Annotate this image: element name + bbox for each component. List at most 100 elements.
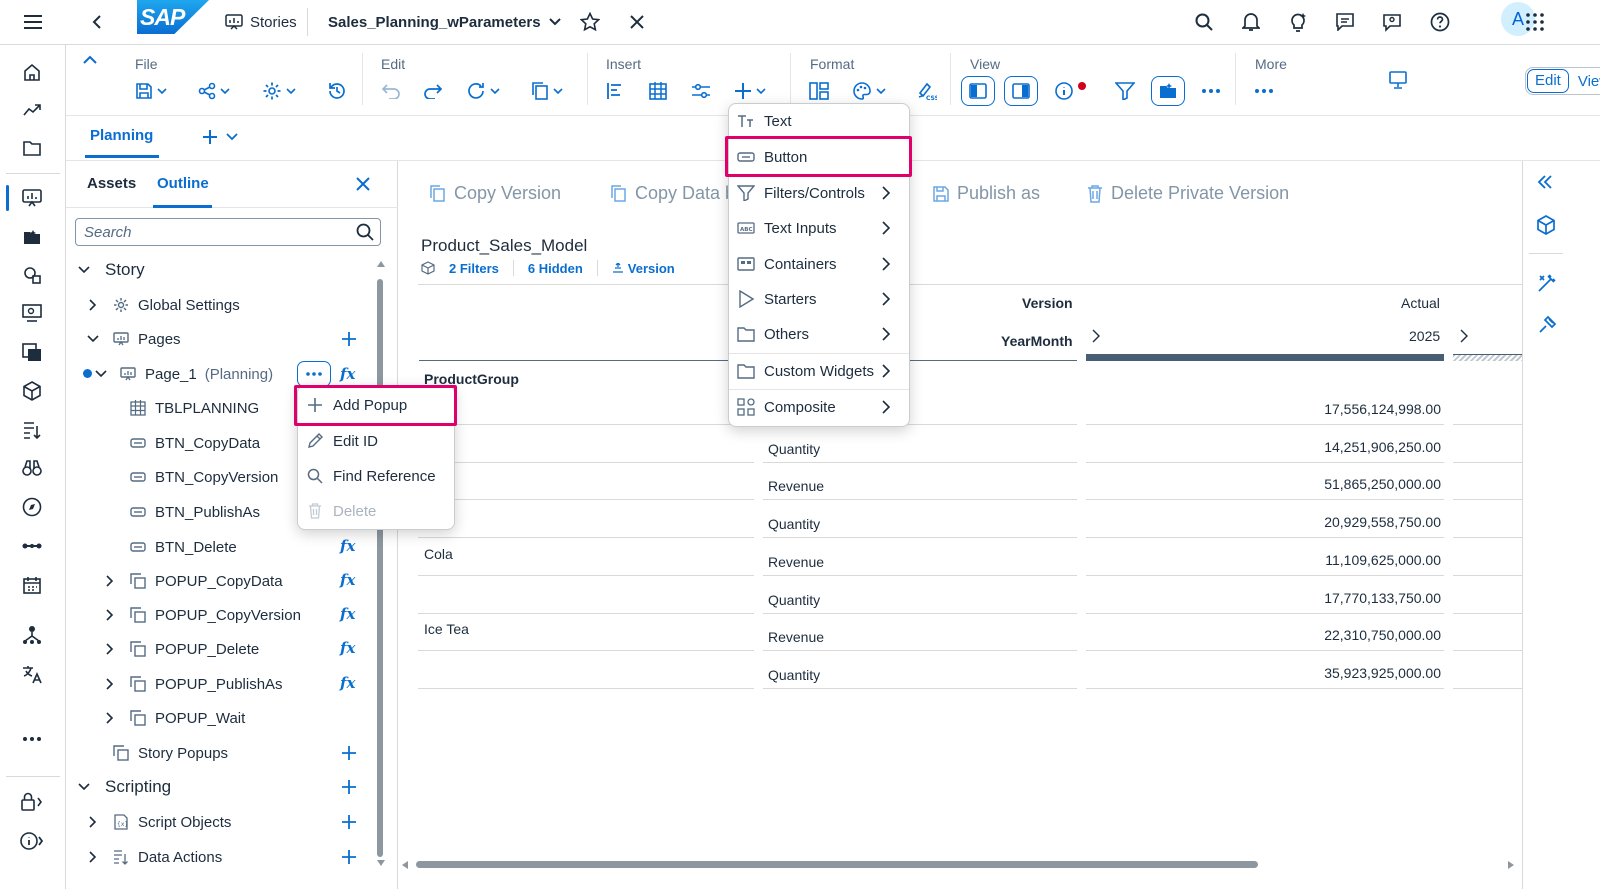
menu-item-edit-id[interactable]: Edit ID — [298, 424, 378, 458]
add-page-button[interactable] — [202, 129, 238, 145]
story-title-menu[interactable]: Sales_Planning_wParameters — [328, 8, 561, 36]
add-data-action-icon[interactable] — [338, 846, 360, 868]
tree-item-popup[interactable]: POPUP_PublishAs — [129, 669, 283, 699]
tree-item-button[interactable]: BTN_PublishAs — [129, 497, 260, 527]
refresh-button[interactable] — [466, 79, 500, 103]
stories-nav-icon[interactable] — [6, 183, 47, 213]
scroll-up-icon[interactable] — [377, 261, 385, 267]
expand-yearmonth-icon[interactable] — [1092, 329, 1100, 343]
scroll-left-icon[interactable] — [402, 861, 408, 869]
tree-story[interactable]: Story — [105, 255, 145, 285]
more-options-icon[interactable] — [1255, 79, 1273, 103]
filters-chip[interactable]: 2 Filters — [449, 261, 499, 276]
tree-item-table[interactable]: TBLPLANNING — [129, 393, 259, 423]
tree-script-objects[interactable]: {x} Script Objects — [112, 807, 231, 837]
binoculars-icon[interactable] — [17, 453, 47, 483]
data-analyzer-icon[interactable] — [17, 260, 47, 290]
compass-icon[interactable] — [17, 492, 47, 522]
chevron-down-icon[interactable] — [77, 780, 91, 794]
add-popup-icon[interactable] — [338, 742, 360, 764]
publish-as-button[interactable]: Publish as — [933, 183, 1040, 204]
folder-icon[interactable] — [17, 133, 47, 163]
present-mode-icon[interactable] — [1388, 70, 1408, 90]
tree-page1[interactable]: Page_1 (Planning) — [119, 359, 273, 389]
hidden-chip[interactable]: 6 Hidden — [528, 261, 583, 276]
menu-item-starters[interactable]: Starters — [729, 282, 890, 316]
chevron-right-icon[interactable] — [103, 608, 117, 622]
more-actions-button[interactable] — [297, 361, 331, 387]
product-switch-icon[interactable] — [1520, 7, 1550, 37]
datasets-icon[interactable] — [17, 337, 47, 367]
sap-logo[interactable]: SAP — [137, 0, 209, 34]
edit-mode-button[interactable]: Edit — [1527, 69, 1569, 93]
row-value-cell[interactable]: 14,251,906,250.00 — [1241, 439, 1441, 455]
horizontal-scrollbar[interactable] — [416, 861, 1258, 868]
copy-button[interactable] — [531, 79, 563, 103]
tree-item-popup[interactable]: POPUP_Delete — [129, 634, 259, 664]
translation-icon[interactable] — [17, 659, 47, 689]
back-icon[interactable] — [82, 7, 112, 37]
row-value-cell[interactable]: 35,923,925,000.00 — [1241, 665, 1441, 681]
help-icon[interactable] — [1425, 7, 1455, 37]
fx-script-icon[interactable]: fx — [340, 570, 360, 590]
tree-global-settings[interactable]: Global Settings — [112, 290, 240, 320]
filter-button[interactable] — [1115, 79, 1135, 103]
menu-item-filters-controls[interactable]: Filters/Controls — [729, 176, 890, 210]
menu-item-composite[interactable]: Composite — [729, 390, 890, 424]
row-value-cell[interactable]: 22,310,750,000.00 — [1241, 627, 1441, 643]
insert-table-button[interactable] — [648, 79, 668, 103]
chevron-right-icon[interactable] — [86, 815, 100, 829]
stories-link[interactable]: Stories — [225, 8, 297, 36]
add-page-icon[interactable] — [338, 328, 360, 350]
tree-item-button[interactable]: BTN_Delete — [129, 532, 237, 562]
chevron-down-icon[interactable] — [86, 332, 100, 346]
outline-search-input[interactable]: Search — [75, 218, 381, 246]
tree-item-popup[interactable]: POPUP_Wait — [129, 703, 245, 733]
search-icon[interactable] — [356, 223, 374, 241]
star-icon[interactable] — [575, 7, 605, 37]
calendar-icon[interactable] — [17, 570, 47, 600]
expand-year-icon[interactable] — [1460, 329, 1468, 343]
save-button[interactable] — [135, 79, 167, 103]
tree-scripting[interactable]: Scripting — [105, 772, 171, 802]
data-actions-icon[interactable] — [17, 415, 47, 445]
menu-item-custom-widgets[interactable]: Custom Widgets — [729, 354, 890, 388]
copy-data-button[interactable]: Copy Data b — [611, 183, 735, 204]
chevron-right-icon[interactable] — [103, 711, 117, 725]
chevron-right-icon[interactable] — [86, 850, 100, 864]
tree-item-button[interactable]: BTN_CopyVersion — [129, 462, 278, 492]
home-icon[interactable] — [17, 57, 47, 87]
share-button[interactable] — [198, 79, 230, 103]
fx-script-icon[interactable]: fx — [340, 673, 360, 693]
tree-data-actions[interactable]: Data Actions — [112, 842, 222, 872]
chevron-down-icon[interactable] — [77, 263, 91, 277]
insert-input-control-button[interactable] — [691, 79, 711, 103]
info-nav-icon[interactable] — [17, 826, 47, 856]
menu-item-text-inputs[interactable]: ABC Text Inputs — [729, 211, 890, 245]
palette-button[interactable] — [852, 79, 886, 103]
row-value-cell[interactable]: 17,556,124,998.00 — [1241, 401, 1441, 417]
menu-icon[interactable] — [18, 7, 48, 37]
bell-icon[interactable] — [1236, 7, 1266, 37]
view-mode-button[interactable]: View — [1570, 73, 1600, 90]
scroll-right-icon[interactable] — [1508, 861, 1514, 869]
delete-private-version-button[interactable]: Delete Private Version — [1087, 183, 1289, 204]
chevron-down-icon[interactable] — [94, 367, 108, 381]
chevron-right-icon[interactable] — [103, 677, 117, 691]
menu-item-containers[interactable]: Containers — [729, 247, 890, 281]
tree-item-popup[interactable]: POPUP_CopyVersion — [129, 600, 301, 630]
tree-item-button[interactable]: BTN_CopyData — [129, 428, 260, 458]
chevron-right-icon[interactable] — [86, 298, 100, 312]
connections-icon[interactable] — [17, 531, 47, 561]
fx-script-icon[interactable]: fx — [340, 604, 360, 624]
more-icon[interactable] — [17, 724, 47, 754]
menu-item-others[interactable]: Others — [729, 317, 890, 351]
tab-assets[interactable]: Assets — [87, 175, 136, 192]
fx-script-icon[interactable]: fx — [340, 364, 360, 384]
vertical-scrollbar[interactable] — [377, 279, 383, 857]
history-button[interactable] — [327, 79, 347, 103]
present-icon[interactable] — [17, 298, 47, 328]
insert-chart-button[interactable] — [606, 79, 624, 103]
collapse-toolbar-icon[interactable] — [83, 55, 97, 65]
left-panel-toggle[interactable] — [961, 76, 995, 106]
